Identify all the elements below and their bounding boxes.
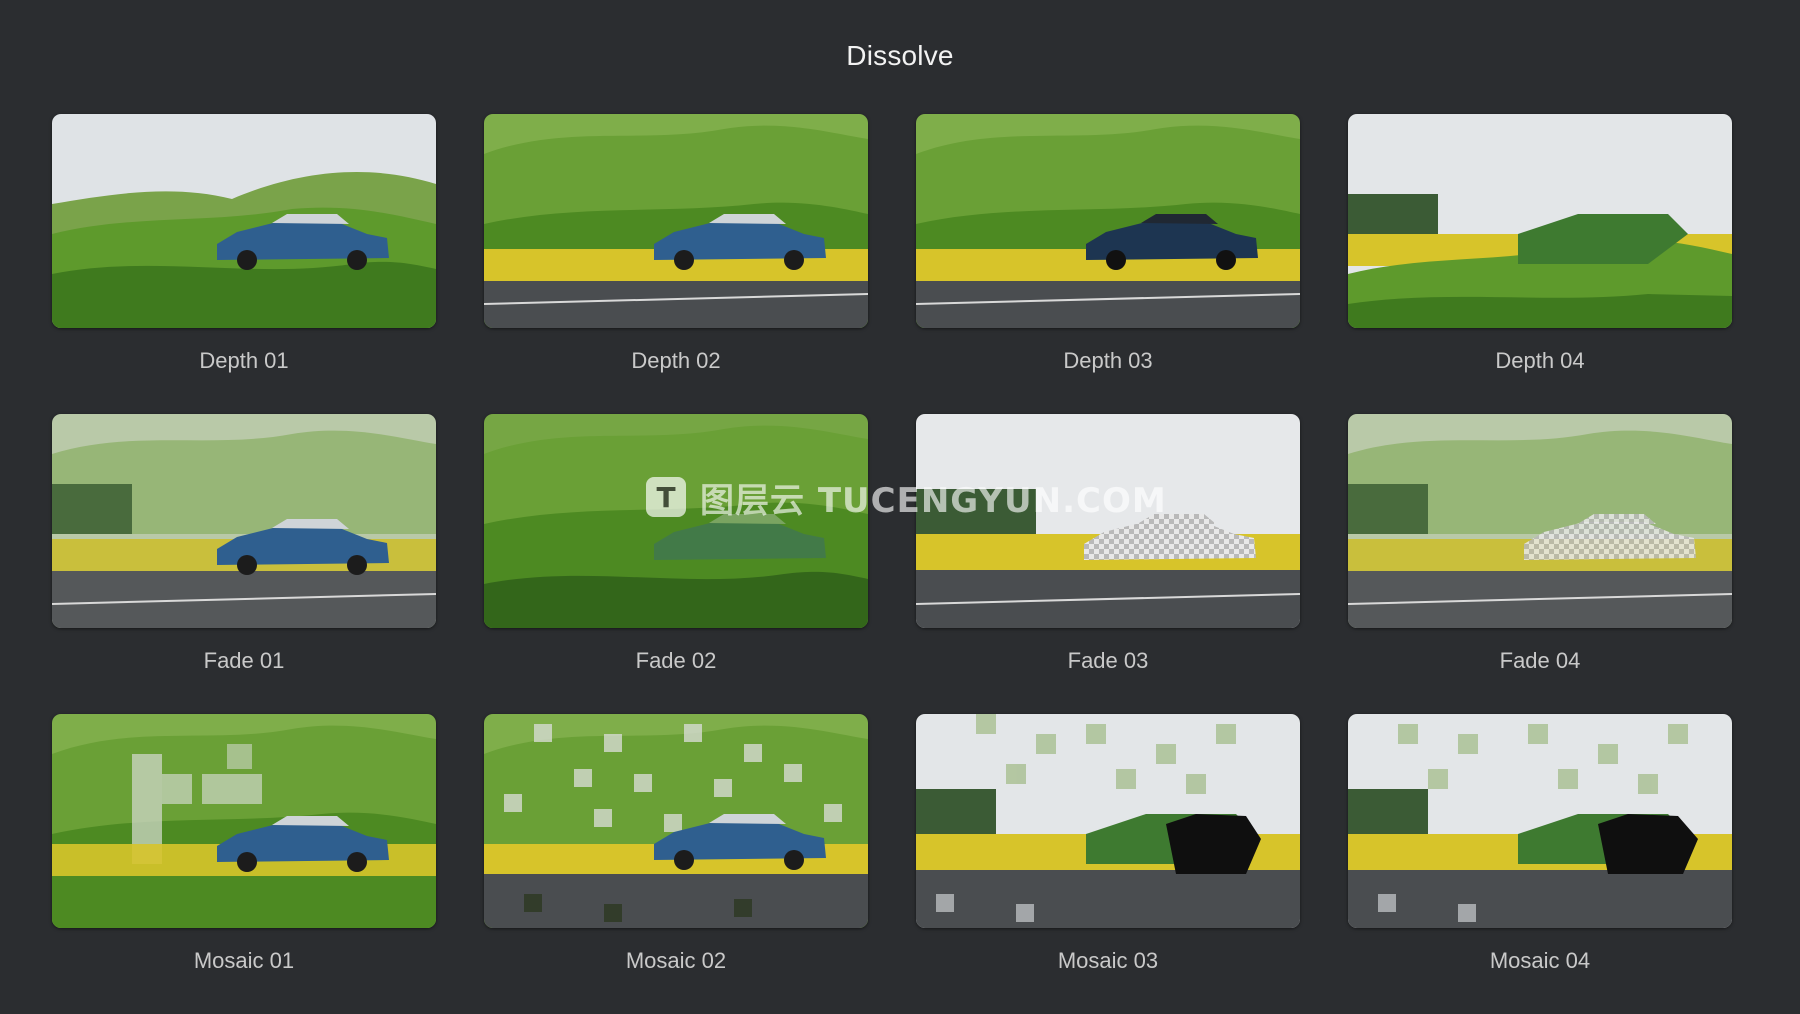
tile-label: Fade 01 <box>203 648 285 673</box>
thumbnail-depth-02[interactable] <box>484 114 868 328</box>
thumbnail-mosaic-02[interactable] <box>484 714 868 928</box>
transition-tile-depth-01[interactable]: Depth 01 <box>52 114 436 414</box>
tile-label: Fade 02 <box>635 648 717 673</box>
tile-label: Depth 03 <box>1063 348 1153 373</box>
transition-tile-depth-04[interactable]: Depth 04 <box>1348 114 1732 414</box>
tile-label: Depth 02 <box>631 348 721 373</box>
tile-label: Depth 01 <box>199 348 289 373</box>
thumbnail-mosaic-01[interactable] <box>52 714 436 928</box>
transition-tile-fade-04[interactable]: Fade 04 <box>1348 414 1732 714</box>
thumbnail-fade-01[interactable] <box>52 414 436 628</box>
thumbnail-fade-04[interactable] <box>1348 414 1732 628</box>
thumbnail-depth-04[interactable] <box>1348 114 1732 328</box>
thumbnail-mosaic-04[interactable] <box>1348 714 1732 928</box>
thumbnail-depth-03[interactable] <box>916 114 1300 328</box>
thumbnail-mosaic-03[interactable] <box>916 714 1300 928</box>
thumbnail-depth-01[interactable] <box>52 114 436 328</box>
tile-label: Mosaic 03 <box>1057 948 1159 973</box>
transition-tile-fade-03[interactable]: Fade 03 <box>916 414 1300 714</box>
thumbnail-fade-03[interactable] <box>916 414 1300 628</box>
transition-tile-mosaic-04[interactable]: Mosaic 04 <box>1348 714 1732 1014</box>
tile-label: Depth 04 <box>1495 348 1585 373</box>
transition-tile-fade-02[interactable]: Fade 02 <box>484 414 868 714</box>
tile-label: Mosaic 02 <box>625 948 727 973</box>
transition-tile-depth-02[interactable]: Depth 02 <box>484 114 868 414</box>
tile-label: Mosaic 04 <box>1489 948 1591 973</box>
tile-label: Fade 03 <box>1067 648 1149 673</box>
tile-label: Mosaic 01 <box>193 948 295 973</box>
transition-tile-fade-01[interactable]: Fade 01 <box>52 414 436 714</box>
thumbnail-fade-02[interactable] <box>484 414 868 628</box>
transition-tile-depth-03[interactable]: Depth 03 <box>916 114 1300 414</box>
transition-tile-mosaic-01[interactable]: Mosaic 01 <box>52 714 436 1014</box>
transition-grid: Depth 01 Depth 02 Depth 03 Depth 04 Fade… <box>52 114 1732 1014</box>
transition-tile-mosaic-02[interactable]: Mosaic 02 <box>484 714 868 1014</box>
tile-label: Fade 04 <box>1499 648 1581 673</box>
page-title: Dissolve <box>846 40 954 71</box>
transition-tile-mosaic-03[interactable]: Mosaic 03 <box>916 714 1300 1014</box>
